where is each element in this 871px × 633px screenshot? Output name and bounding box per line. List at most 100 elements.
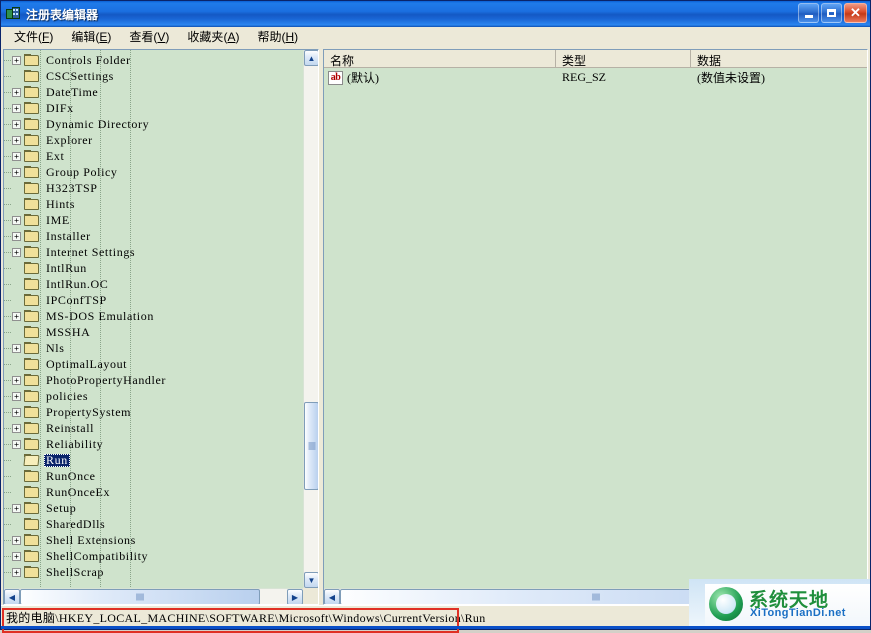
tree-node-runonce[interactable]: RunOnce [4,468,303,484]
maximize-button[interactable] [821,3,842,23]
expand-plus-icon[interactable]: + [12,88,21,97]
tree-node-label: Run [44,454,70,467]
tree-node-group-policy[interactable]: +Group Policy [4,164,303,180]
tree-node-shellcompatibility[interactable]: +ShellCompatibility [4,548,303,564]
registry-editor-icon [5,6,21,22]
tree-node-label: Reinstall [44,422,96,435]
expand-plus-icon[interactable]: + [12,392,21,401]
tree-vscroll-thumb[interactable] [304,402,319,490]
minimize-button[interactable] [798,3,819,23]
tree-node-run[interactable]: Run [4,452,303,468]
tree-node-cscsettings[interactable]: CSCSettings [4,68,303,84]
tree-node-explorer[interactable]: +Explorer [4,132,303,148]
menu-item-help[interactable]: 帮助(H) [248,26,307,48]
tree-node-intlrun[interactable]: IntlRun [4,260,303,276]
expand-plus-icon[interactable]: + [12,104,21,113]
folder-icon [24,406,40,419]
expand-plus-icon[interactable]: + [12,568,21,577]
tree-node-mssha[interactable]: MSSHA [4,324,303,340]
expand-plus-icon[interactable]: + [12,552,21,561]
tree-connector-line [4,524,12,525]
tree-scroll-left-button[interactable]: ◀ [4,589,20,605]
menu-accel-favorites: A [227,30,235,44]
scroll-grip-icon [592,594,599,601]
tree-node-runonceex[interactable]: RunOnceEx [4,484,303,500]
list-scroll-left-button[interactable]: ◀ [324,589,340,605]
menu-item-view[interactable]: 查看(V) [120,26,178,48]
tree-node-shareddlls[interactable]: SharedDlls [4,516,303,532]
tree-vertical-scrollbar[interactable]: ▲ ▼ [303,50,318,588]
menu-item-edit[interactable]: 编辑(E) [62,26,120,48]
menu-item-favorites[interactable]: 收藏夹(A) [178,26,248,48]
tree-connector-line [4,220,12,221]
tree-node-nls[interactable]: +Nls [4,340,303,356]
tree-scroll-right-button[interactable]: ▶ [287,589,303,605]
menu-label-file: 文件 [14,30,38,44]
expand-plus-icon[interactable]: + [12,376,21,385]
tree-node-reinstall[interactable]: + Reinstall [4,420,303,436]
tree-node-hints[interactable]: Hints [4,196,303,212]
tree-node-ext[interactable]: +Ext [4,148,303,164]
expand-plus-icon[interactable]: + [12,216,21,225]
expand-plus-icon[interactable]: + [12,344,21,353]
folder-icon [24,134,40,147]
tree-hscroll-thumb[interactable] [20,589,260,605]
menu-item-file[interactable]: 文件(F) [5,26,62,48]
tree-node-ipconftsp[interactable]: IPConfTSP [4,292,303,308]
folder-icon [24,566,40,579]
tree-node-propertysystem[interactable]: +PropertySystem [4,404,303,420]
tree-node-label: RunOnceEx [44,486,112,499]
tree-node-shell-extensions[interactable]: +Shell Extensions [4,532,303,548]
tree-connector-line [4,412,12,413]
tree-connector-line [4,172,12,173]
expand-plus-icon[interactable]: + [12,136,21,145]
column-header-type[interactable]: 类型 [556,50,691,67]
window-bottom-edge [1,626,870,629]
folder-icon [24,534,40,547]
tree-horizontal-scrollbar[interactable]: ◀ ▶ [4,588,303,604]
tree-node-difx[interactable]: +DIFx [4,100,303,116]
tree-node-controls-folder[interactable]: +Controls Folder [4,52,303,68]
tree-node-ms-dos-emulation[interactable]: + MS-DOS Emulation [4,308,303,324]
tree-node-label: RunOnce [44,470,98,483]
expand-plus-icon[interactable]: + [12,424,21,433]
tree-scroll-down-button[interactable]: ▼ [304,572,319,588]
menu-label-favorites: 收藏夹 [187,30,223,44]
expand-plus-icon[interactable]: + [12,120,21,129]
tree-node-label: IME [44,214,72,227]
expand-plus-icon[interactable]: + [12,408,21,417]
tree-connector-line [4,188,12,189]
tree-node-ime[interactable]: + IME [4,212,303,228]
expand-plus-icon[interactable]: + [12,152,21,161]
expand-plus-icon[interactable]: + [12,536,21,545]
tree-node-installer[interactable]: +Installer [4,228,303,244]
expand-plus-icon[interactable]: + [12,232,21,241]
tree-node-intlrun-oc[interactable]: IntlRun.OC [4,276,303,292]
column-header-name[interactable]: 名称 [324,50,556,67]
tree-node-optimallayout[interactable]: OptimalLayout [4,356,303,372]
tree-node-datetime[interactable]: +DateTime [4,84,303,100]
tree-scroll-up-button[interactable]: ▲ [304,50,319,66]
tree-node-dynamic-directory[interactable]: +Dynamic Directory [4,116,303,132]
close-button[interactable]: ✕ [844,3,867,23]
table-row[interactable]: ab (默认) REG_SZ (数值未设置) [324,68,867,87]
tree-node-label: MS-DOS Emulation [44,310,156,323]
tree-node-h323tsp[interactable]: H323TSP [4,180,303,196]
expand-plus-icon[interactable]: + [12,312,21,321]
column-header-data[interactable]: 数据 [691,50,867,67]
tree-node-shellscrap[interactable]: +ShellScrap [4,564,303,580]
expand-plus-icon[interactable]: + [12,440,21,449]
tree-connector-line [4,268,12,269]
expand-plus-icon[interactable]: + [12,504,21,513]
tree-node-internet-settings[interactable]: +Internet Settings [4,244,303,260]
tree-connector-line [4,60,12,61]
tree-node-policies[interactable]: +policies [4,388,303,404]
tree-node-photopropertyhandler[interactable]: +PhotoPropertyHandler [4,372,303,388]
expand-plus-icon[interactable]: + [12,56,21,65]
tree-node-setup[interactable]: +Setup [4,500,303,516]
tree-node-reliability[interactable]: +Reliability [4,436,303,452]
folder-icon [24,422,40,435]
menu-label-edit: 编辑 [71,30,95,44]
expand-plus-icon[interactable]: + [12,168,21,177]
expand-plus-icon[interactable]: + [12,248,21,257]
